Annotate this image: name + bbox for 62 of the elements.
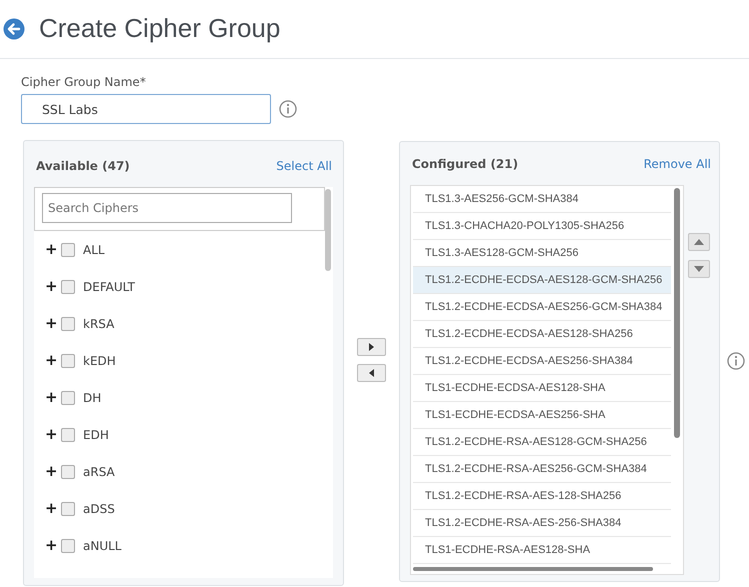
panel-title: Available (47) <box>36 158 130 175</box>
checkbox[interactable] <box>61 538 75 552</box>
move-right-button[interactable] <box>357 338 386 356</box>
expand-toggle[interactable]: + <box>45 464 61 479</box>
search-field[interactable]: Search Ciphers <box>42 193 292 223</box>
checkbox[interactable] <box>61 242 75 256</box>
cipher-list-item[interactable]: TLS1-ECDHE-ECDSA-AES256-SHA <box>413 402 671 429</box>
cipher-label: ALL <box>83 242 105 258</box>
move-left-button[interactable] <box>357 364 386 382</box>
checkbox[interactable] <box>61 428 75 442</box>
cipher-list-item[interactable]: TLS1.2-ECDHE-RSA-AES256-GCM-SHA384 <box>413 456 671 483</box>
cipher-list-item[interactable]: TLS1.3-CHACHA20-POLY1305-SHA256 <box>413 213 671 240</box>
cipher-list-item[interactable]: TLS1.2-ECDHE-ECDSA-AES128-GCM-SHA256 <box>413 267 671 294</box>
expand-toggle[interactable]: + <box>45 316 61 331</box>
info-icon[interactable] <box>727 352 745 370</box>
up-arrow-icon <box>694 239 704 245</box>
checkbox[interactable] <box>61 390 75 404</box>
cipher-label: kRSA <box>83 316 114 332</box>
field-label: Cipher Group Name* <box>21 74 147 91</box>
cipher-label: aDSS <box>83 500 115 518</box>
expand-toggle[interactable]: + <box>45 538 61 553</box>
horizontal-scrollbar[interactable] <box>413 567 653 571</box>
cipher-label: aNULL <box>83 538 122 554</box>
panel-title: Configured (21) <box>412 156 518 173</box>
select-all-link[interactable]: Select All <box>276 157 332 175</box>
checkbox[interactable] <box>61 316 75 330</box>
checkbox[interactable] <box>61 354 75 368</box>
info-icon[interactable] <box>279 100 297 118</box>
checkbox[interactable] <box>61 464 75 478</box>
cipher-list-item[interactable]: TLS1.2-ECDHE-ECDSA-AES128-SHA256 <box>413 321 671 348</box>
left-arrow-icon <box>369 369 374 377</box>
cipher-list-item[interactable]: TLS1.2-ECDHE-ECDSA-AES256-GCM-SHA384 <box>413 294 671 321</box>
cipher-label: EDH <box>83 426 109 444</box>
expand-toggle[interactable]: + <box>45 427 61 442</box>
cipher-label: aRSA <box>83 464 115 480</box>
move-up-button[interactable] <box>688 233 710 251</box>
expand-toggle[interactable]: + <box>45 353 61 368</box>
expand-toggle[interactable]: + <box>45 501 61 516</box>
expand-toggle[interactable]: + <box>45 242 61 257</box>
expand-toggle[interactable]: + <box>45 390 61 405</box>
cipher-label: DEFAULT <box>83 278 135 296</box>
cipher-list-item[interactable]: TLS1-ECDHE-ECDSA-AES128-SHA <box>413 375 671 402</box>
cipher-label: kEDH <box>83 352 116 370</box>
vertical-scrollbar[interactable] <box>674 188 680 438</box>
expand-toggle[interactable]: + <box>45 279 61 294</box>
checkbox[interactable] <box>61 502 75 516</box>
cipher-label: DH <box>83 390 102 406</box>
cipher-list-item[interactable]: TLS1-ECDHE-RSA-AES128-SHA <box>413 537 671 564</box>
cipher-group-name-field[interactable]: SSL Labs <box>21 94 271 124</box>
scrollbar[interactable] <box>325 189 331 271</box>
cipher-list-item[interactable]: TLS1.2-ECDHE-RSA-AES128-GCM-SHA256 <box>413 429 671 456</box>
cipher-list-item[interactable]: TLS1.2-ECDHE-ECDSA-AES256-SHA384 <box>413 348 671 375</box>
remove-all-link[interactable]: Remove All <box>644 155 711 173</box>
down-arrow-icon <box>694 266 704 272</box>
page-title: Create Cipher Group <box>39 13 280 45</box>
back-icon[interactable] <box>3 18 25 40</box>
cipher-list-item[interactable]: TLS1.3-AES256-GCM-SHA384 <box>413 186 671 213</box>
cipher-list-item[interactable]: TLS1.2-ECDHE-RSA-AES-256-SHA384 <box>413 510 671 537</box>
move-down-button[interactable] <box>688 260 710 278</box>
checkbox[interactable] <box>61 280 75 294</box>
cipher-list-item[interactable]: TLS1.2-ECDHE-RSA-AES-128-SHA256 <box>413 483 671 510</box>
right-arrow-icon <box>369 343 374 351</box>
